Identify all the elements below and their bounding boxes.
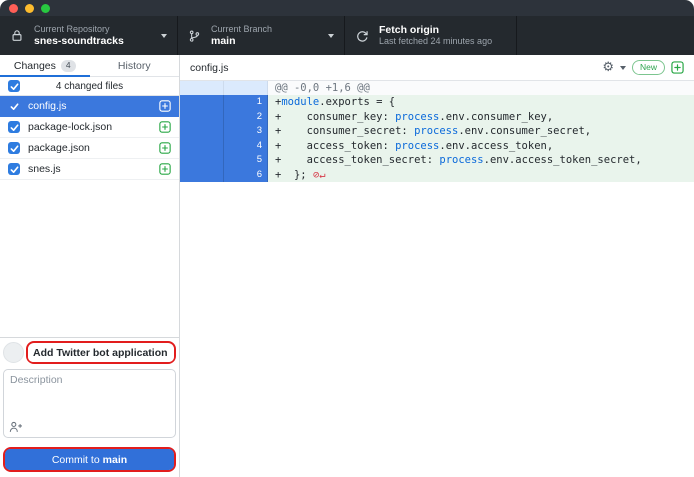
file-name: package.json bbox=[28, 142, 151, 154]
file-name: package-lock.json bbox=[28, 121, 151, 133]
diff-line[interactable]: 4+ access_token: process.env.access_toke… bbox=[180, 139, 694, 154]
tab-history-label: History bbox=[118, 60, 151, 72]
diff-line-text: + }; ⊘↵ bbox=[268, 168, 694, 183]
minimize-button[interactable] bbox=[25, 4, 34, 13]
chevron-down-icon[interactable] bbox=[620, 66, 626, 70]
old-line-number bbox=[180, 110, 224, 125]
fetch-origin-button[interactable]: Fetch origin Last fetched 24 minutes ago bbox=[345, 16, 517, 55]
diff-line[interactable]: 2+ consumer_key: process.env.consumer_ke… bbox=[180, 110, 694, 125]
fetch-label: Fetch origin bbox=[379, 24, 492, 36]
highlight-annotation-commit: Commit to main bbox=[3, 447, 176, 472]
old-line-number bbox=[180, 95, 224, 110]
close-button[interactable] bbox=[9, 4, 18, 13]
branch-icon bbox=[188, 29, 201, 43]
highlight-annotation-summary bbox=[26, 341, 176, 364]
diff-line-text: + consumer_secret: process.env.consumer_… bbox=[268, 124, 694, 139]
plus-square-icon bbox=[159, 121, 171, 133]
diff-pane: config.js ⚙ New @@ -0,0 +1,6 @@ 1+module… bbox=[180, 55, 694, 477]
changes-count-badge: 4 bbox=[61, 60, 76, 72]
changed-files-header: 4 changed files bbox=[0, 77, 179, 96]
diff-line-text: + access_token_secret: process.env.acces… bbox=[268, 153, 694, 168]
new-line-number: 4 bbox=[224, 139, 268, 154]
hunk-header-row[interactable]: @@ -0,0 +1,6 @@ bbox=[180, 81, 694, 95]
current-repository-selector[interactable]: Current Repository snes-soundtracks bbox=[0, 16, 178, 55]
add-coauthor-icon[interactable] bbox=[9, 421, 23, 433]
summary-row bbox=[3, 341, 176, 364]
avatar bbox=[3, 342, 24, 363]
diff-file-name: config.js bbox=[190, 62, 229, 74]
zoom-button[interactable] bbox=[41, 4, 50, 13]
diff-line-text: + consumer_key: process.env.consumer_key… bbox=[268, 110, 694, 125]
plus-square-icon bbox=[159, 100, 171, 112]
titlebar bbox=[0, 0, 694, 16]
select-all-checkbox[interactable] bbox=[8, 80, 20, 92]
file-name: snes.js bbox=[28, 163, 151, 175]
chevron-down-icon bbox=[161, 34, 167, 38]
toolbar-filler bbox=[517, 16, 694, 55]
diff-header: config.js ⚙ New bbox=[180, 55, 694, 81]
tab-history[interactable]: History bbox=[90, 55, 180, 76]
gear-icon[interactable]: ⚙ bbox=[602, 61, 614, 74]
sync-icon bbox=[355, 29, 369, 43]
new-line-number: 2 bbox=[224, 110, 268, 125]
file-list: config.js package-lock.json package.json sn… bbox=[0, 96, 179, 180]
tab-changes[interactable]: Changes 4 bbox=[0, 55, 90, 76]
changed-files-summary: 4 changed files bbox=[56, 81, 123, 92]
sidebar-tabbar: Changes 4 History bbox=[0, 55, 179, 77]
repo-name: snes-soundtracks bbox=[34, 35, 124, 47]
diff-line-text: +module.exports = { bbox=[268, 95, 694, 110]
commit-button-branch: main bbox=[103, 454, 128, 466]
diff-body: @@ -0,0 +1,6 @@ 1+module.exports = {2+ c… bbox=[180, 81, 694, 477]
diff-line[interactable]: 6+ }; ⊘↵ bbox=[180, 168, 694, 183]
sidebar-spacer bbox=[0, 180, 179, 337]
commit-description-input[interactable] bbox=[4, 370, 175, 437]
sidebar: Changes 4 History 4 changed files config… bbox=[0, 55, 180, 477]
new-line-number: 6 bbox=[224, 168, 268, 183]
new-line-number: 3 bbox=[224, 124, 268, 139]
new-line-number: 5 bbox=[224, 153, 268, 168]
diff-line[interactable]: 3+ consumer_secret: process.env.consumer… bbox=[180, 124, 694, 139]
file-row[interactable]: snes.js bbox=[0, 159, 179, 180]
chevron-down-icon bbox=[328, 34, 334, 38]
file-status-badge: New bbox=[632, 60, 665, 75]
old-line-number bbox=[180, 153, 224, 168]
lock-icon bbox=[10, 28, 24, 43]
main-content: Changes 4 History 4 changed files config… bbox=[0, 55, 694, 477]
commit-button-label: Commit to bbox=[52, 454, 100, 466]
old-line-number bbox=[180, 168, 224, 183]
toolbar: Current Repository snes-soundtracks Curr… bbox=[0, 16, 694, 55]
file-row[interactable]: config.js bbox=[0, 96, 179, 117]
plus-square-icon bbox=[159, 142, 171, 154]
commit-form: Commit to main bbox=[0, 337, 179, 477]
diff-line[interactable]: 5+ access_token_secret: process.env.acce… bbox=[180, 153, 694, 168]
github-desktop-window: Current Repository snes-soundtracks Curr… bbox=[0, 0, 694, 477]
branch-label: Current Branch bbox=[211, 24, 272, 35]
file-row[interactable]: package.json bbox=[0, 138, 179, 159]
file-checkbox[interactable] bbox=[8, 100, 20, 112]
diff-header-actions: ⚙ New bbox=[602, 60, 684, 75]
file-checkbox[interactable] bbox=[8, 142, 20, 154]
commit-button[interactable]: Commit to main bbox=[5, 449, 174, 470]
diff-lines: 1+module.exports = {2+ consumer_key: pro… bbox=[180, 95, 694, 182]
commit-summary-input[interactable] bbox=[28, 344, 174, 362]
old-line-number bbox=[180, 139, 224, 154]
plus-square-icon[interactable] bbox=[671, 61, 684, 74]
tab-changes-label: Changes bbox=[14, 60, 56, 72]
current-branch-selector[interactable]: Current Branch main bbox=[178, 16, 345, 55]
old-line-number bbox=[180, 124, 224, 139]
fetch-sublabel: Last fetched 24 minutes ago bbox=[379, 36, 492, 47]
new-line-number: 1 bbox=[224, 95, 268, 110]
file-name: config.js bbox=[28, 100, 151, 112]
diff-line[interactable]: 1+module.exports = { bbox=[180, 95, 694, 110]
plus-square-icon bbox=[159, 163, 171, 175]
description-box bbox=[3, 369, 176, 438]
branch-name: main bbox=[211, 35, 272, 47]
file-checkbox[interactable] bbox=[8, 163, 20, 175]
file-checkbox[interactable] bbox=[8, 121, 20, 133]
hunk-header-text: @@ -0,0 +1,6 @@ bbox=[268, 81, 694, 95]
no-newline-icon: ⊘↵ bbox=[313, 169, 326, 181]
repo-label: Current Repository bbox=[34, 24, 124, 35]
file-row[interactable]: package-lock.json bbox=[0, 117, 179, 138]
diff-line-text: + access_token: process.env.access_token… bbox=[268, 139, 694, 154]
